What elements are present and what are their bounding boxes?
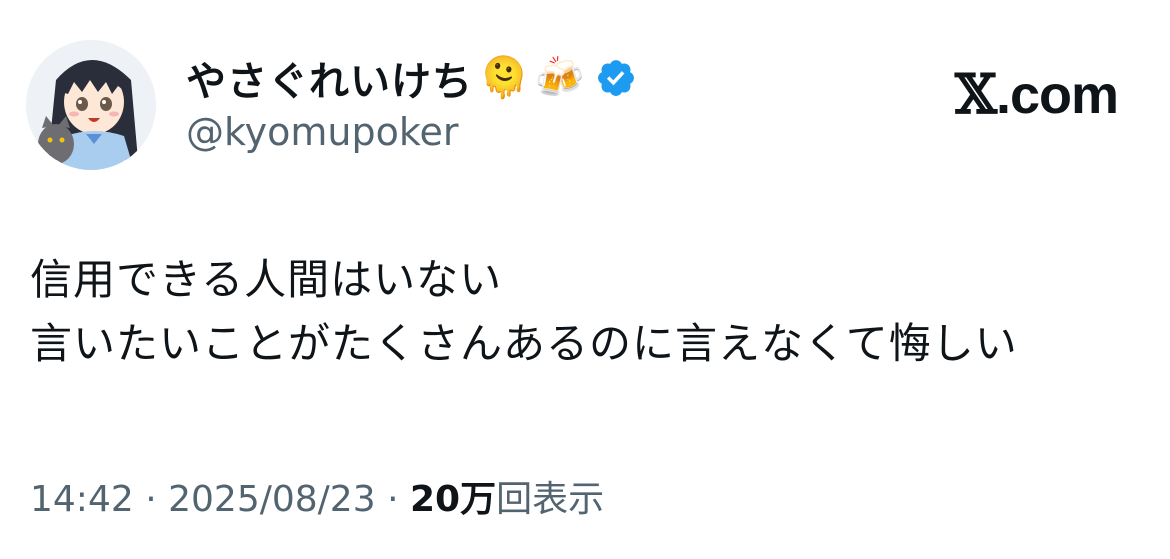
tweet-line-2: 言いたいことがたくさんあるのに言えなくて悔しい (30, 319, 1018, 368)
x-logo-icon: 𝕏 (955, 62, 997, 126)
beer-mugs-emoji: 🍻 (534, 55, 585, 101)
melting-face-emoji: 🫠 (479, 55, 529, 101)
views-label: 回表示 (496, 479, 605, 520)
tweet-line-1: 信用できる人間はいない (30, 255, 503, 304)
tweet-meta: 14:42 · 2025/08/23 · 20万回表示 (30, 470, 604, 522)
user-handle[interactable]: @kyomupoker (186, 110, 459, 154)
profile-name-row[interactable]: やさぐれいけち 🫠 🍻 (186, 50, 637, 106)
verified-badge-icon (595, 57, 637, 99)
tweet-time[interactable]: 14:42 (30, 479, 134, 520)
tweet-date[interactable]: 2025/08/23 (168, 479, 376, 520)
views-count[interactable]: 20万 (410, 479, 496, 520)
brand-domain: .com (995, 65, 1119, 125)
display-name[interactable]: やさぐれいけち (186, 49, 473, 107)
avatar[interactable] (26, 40, 156, 170)
x-com-logo: 𝕏.com (955, 62, 1119, 126)
tweet-text: 信用できる人間はいない 言いたいことがたくさんあるのに言えなくて悔しい (30, 248, 1018, 376)
meta-separator: · (387, 479, 399, 520)
meta-separator: · (145, 479, 157, 520)
avatar-illustration (26, 40, 156, 170)
